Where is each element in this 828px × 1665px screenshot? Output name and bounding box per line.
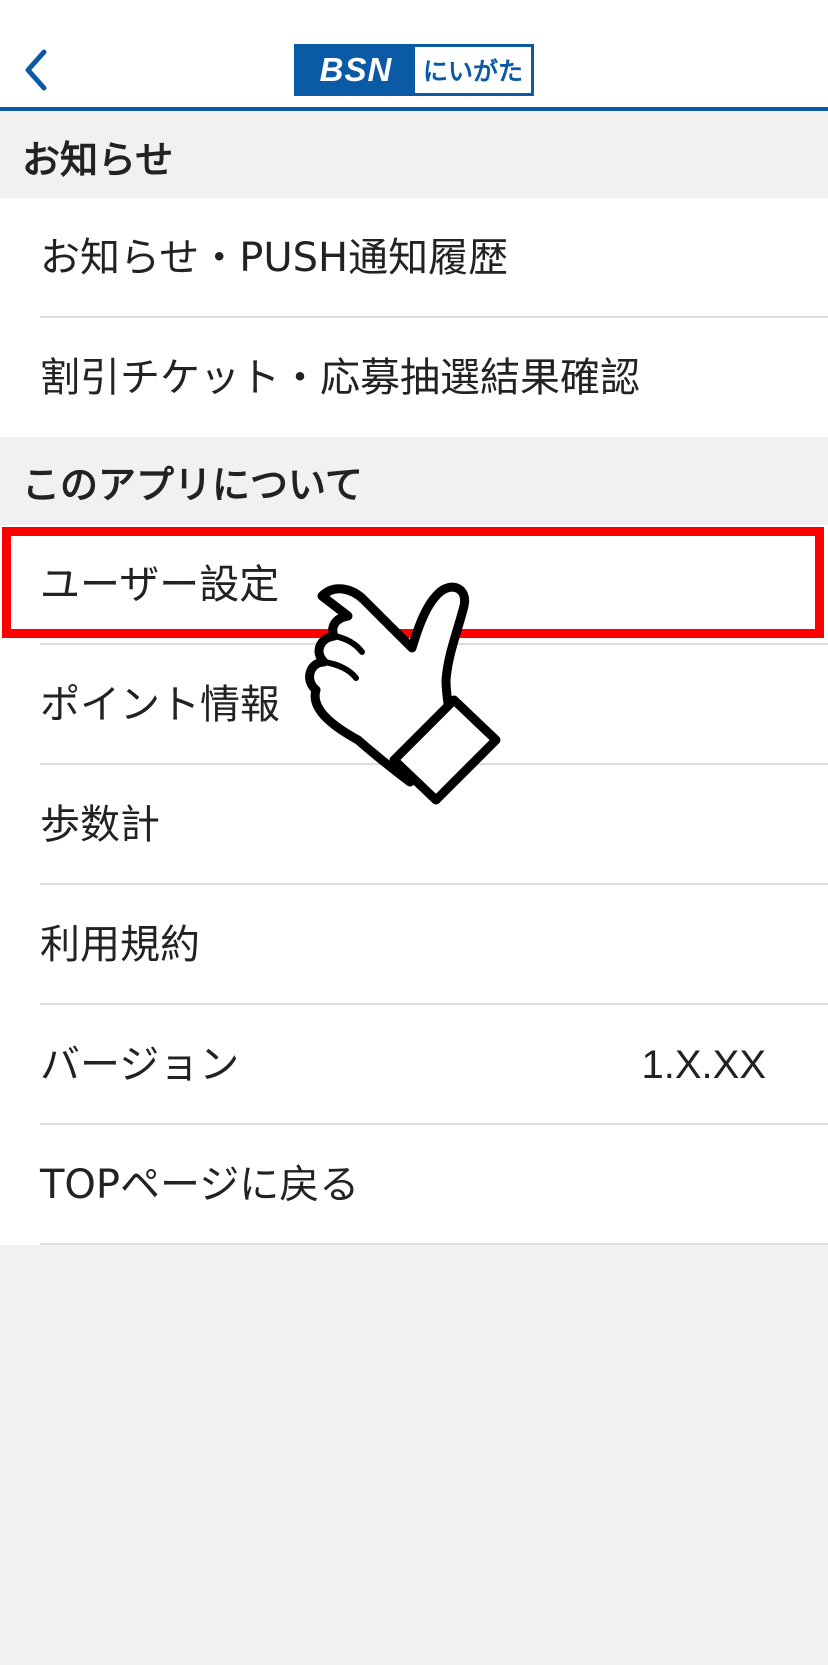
app-header: BSN にいがた [0,0,828,111]
menu-item-label: 歩数計 [40,802,160,848]
chevron-left-icon [25,49,47,91]
menu-item-back-to-top[interactable]: TOPページに戻る [0,1125,828,1245]
divider [40,1243,828,1245]
menu-item-label: TOPページに戻る [40,1162,360,1208]
app-logo: BSN にいがた [294,44,534,96]
back-button[interactable] [14,38,62,102]
logo-region: にいがた [422,57,523,86]
section-title-notices: お知らせ [0,111,828,198]
menu-item-coupon-lottery[interactable]: 割引チケット・応募抽選結果確認 [0,318,828,438]
menu-item-label: ポイント情報 [40,682,280,728]
menu-item-label: お知らせ・PUSH通知履歴 [40,235,509,281]
menu-item-pedometer[interactable]: 歩数計 [0,765,828,885]
menu-item-terms[interactable]: 利用規約 [0,885,828,1005]
menu-item-push-history[interactable]: お知らせ・PUSH通知履歴 [0,198,828,318]
menu-item-label: 割引チケット・応募抽選結果確認 [40,355,640,401]
menu-item-label: 利用規約 [40,922,200,968]
menu-item-label: ユーザー設定 [40,562,280,608]
menu-item-user-settings[interactable]: ユーザー設定 [0,525,828,645]
logo-brand: BSN [297,47,415,93]
menu-item-point-info[interactable]: ポイント情報 [0,645,828,765]
menu-item-version: バージョン 1.X.XX [0,1005,828,1125]
menu-item-label: バージョン [40,1042,240,1088]
version-value: 1.X.XX [641,1043,766,1087]
section-title-about-app: このアプリについて [0,437,828,525]
